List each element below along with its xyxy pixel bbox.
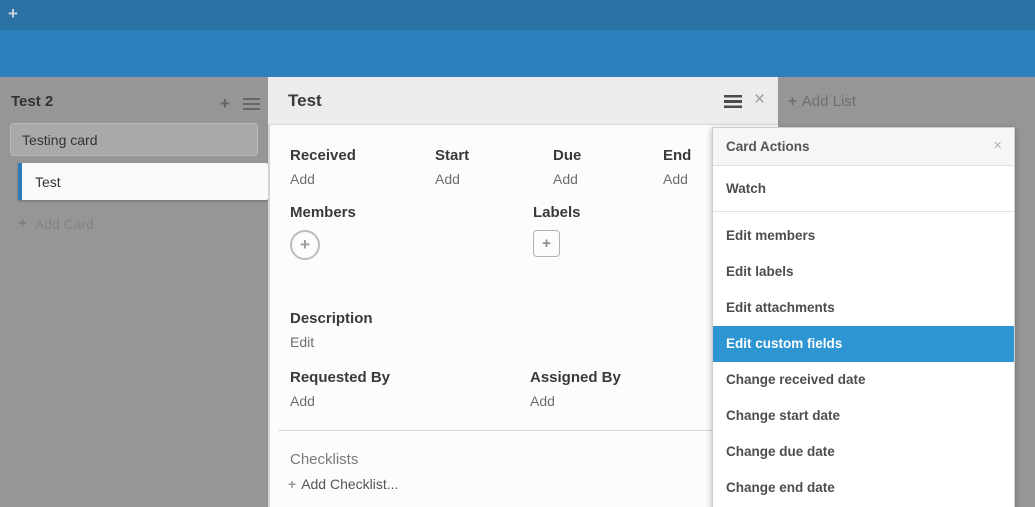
due-add-link[interactable]: Add bbox=[553, 171, 663, 188]
members-section: Members + bbox=[290, 204, 533, 260]
close-menu-icon[interactable]: × bbox=[993, 137, 1002, 154]
menu-item-watch[interactable]: Watch bbox=[713, 166, 1014, 212]
due-label: Due bbox=[553, 147, 663, 165]
menu-item-edit-custom-fields[interactable]: Edit custom fields bbox=[713, 326, 1014, 362]
card-actions-menu-items: Edit members Edit labels Edit attachment… bbox=[713, 212, 1014, 506]
menu-item-edit-labels[interactable]: Edit labels bbox=[713, 254, 1014, 290]
add-member-button[interactable]: + bbox=[290, 230, 320, 260]
list-card-test-active[interactable]: Test bbox=[18, 163, 268, 200]
card-title: Test bbox=[35, 174, 61, 190]
plus-icon: + bbox=[18, 215, 27, 232]
add-checklist-link[interactable]: + Add Checklist... bbox=[270, 476, 778, 492]
menu-item-edit-attachments[interactable]: Edit attachments bbox=[713, 290, 1014, 326]
description-edit-link[interactable]: Edit bbox=[290, 334, 778, 351]
card-title: Testing card bbox=[22, 132, 97, 148]
add-checklist-label: Add Checklist... bbox=[301, 476, 398, 492]
card-actions-menu-icon[interactable] bbox=[724, 95, 742, 108]
received-add-link[interactable]: Add bbox=[290, 171, 435, 188]
menu-item-change-due-date[interactable]: Change due date bbox=[713, 434, 1014, 470]
requested-by-section: Requested By Add bbox=[290, 369, 530, 410]
requested-by-label: Requested By bbox=[290, 369, 530, 387]
list-card-testing[interactable]: Testing card bbox=[10, 123, 258, 156]
add-card-button[interactable]: + Add Card bbox=[18, 215, 94, 232]
close-card-detail-icon[interactable]: × bbox=[754, 89, 765, 111]
start-label: Start bbox=[435, 147, 553, 165]
card-actions-menu-header: Card Actions × bbox=[713, 128, 1014, 166]
plus-icon: + bbox=[288, 476, 296, 492]
add-list-button[interactable]: + Add List bbox=[788, 93, 856, 110]
menu-item-change-end-date[interactable]: Change end date bbox=[713, 470, 1014, 506]
description-label: Description bbox=[290, 310, 778, 328]
add-list-label: Add List bbox=[802, 93, 856, 110]
card-detail-body: Received Add Start Add Due Add End Add bbox=[268, 125, 778, 507]
card-actions-menu: Card Actions × Watch Edit members Edit l… bbox=[712, 127, 1015, 507]
date-fields-row: Received Add Start Add Due Add End Add bbox=[270, 147, 778, 188]
menu-item-change-received-date[interactable]: Change received date bbox=[713, 362, 1014, 398]
checklists-label: Checklists bbox=[270, 451, 778, 468]
add-label-button[interactable]: + bbox=[533, 230, 560, 257]
field-start: Start Add bbox=[435, 147, 553, 188]
board-header-bar bbox=[0, 30, 1035, 77]
requested-assigned-row: Requested By Add Assigned By Add bbox=[270, 369, 778, 410]
list-add-card-icon[interactable]: + bbox=[220, 94, 230, 114]
top-navigation-bar: + bbox=[0, 0, 1035, 30]
board-screen: + Test 2 + Testing card Test + Add Card … bbox=[0, 0, 1035, 507]
card-detail-title: Test bbox=[288, 91, 322, 111]
add-card-label: Add Card bbox=[35, 216, 94, 232]
requested-by-add-link[interactable]: Add bbox=[290, 393, 530, 410]
section-divider bbox=[278, 430, 778, 431]
card-actions-menu-title: Card Actions bbox=[726, 139, 810, 154]
menu-item-change-start-date[interactable]: Change start date bbox=[713, 398, 1014, 434]
plus-icon: + bbox=[300, 235, 310, 255]
add-board-icon[interactable]: + bbox=[8, 4, 18, 24]
description-section: Description Edit bbox=[270, 310, 778, 351]
card-detail-panel: Test × Received Add Start Add Due Add bbox=[268, 77, 778, 507]
field-due: Due Add bbox=[553, 147, 663, 188]
menu-item-edit-members[interactable]: Edit members bbox=[713, 218, 1014, 254]
list-menu-icon[interactable] bbox=[243, 98, 260, 110]
list-title: Test 2 bbox=[11, 93, 53, 110]
received-label: Received bbox=[290, 147, 435, 165]
start-add-link[interactable]: Add bbox=[435, 171, 553, 188]
members-label: Members bbox=[290, 204, 533, 222]
card-detail-header: Test × bbox=[268, 77, 778, 125]
plus-icon: + bbox=[542, 235, 551, 252]
members-labels-row: Members + Labels + bbox=[270, 204, 778, 260]
field-received: Received Add bbox=[290, 147, 435, 188]
plus-icon: + bbox=[788, 93, 797, 110]
